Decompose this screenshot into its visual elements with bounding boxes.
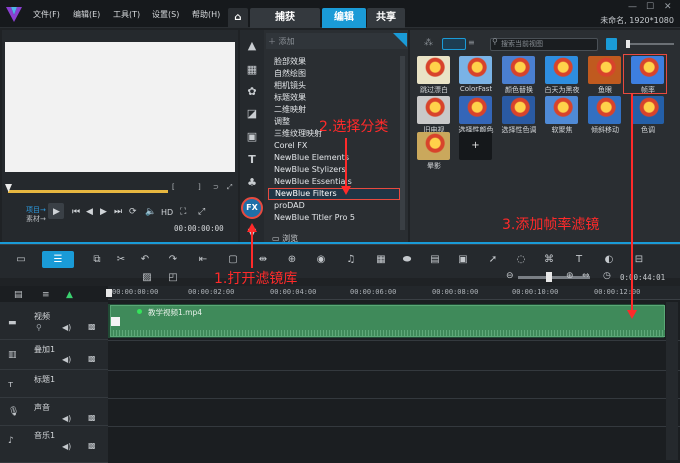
annotation-arrows (247, 94, 637, 319)
